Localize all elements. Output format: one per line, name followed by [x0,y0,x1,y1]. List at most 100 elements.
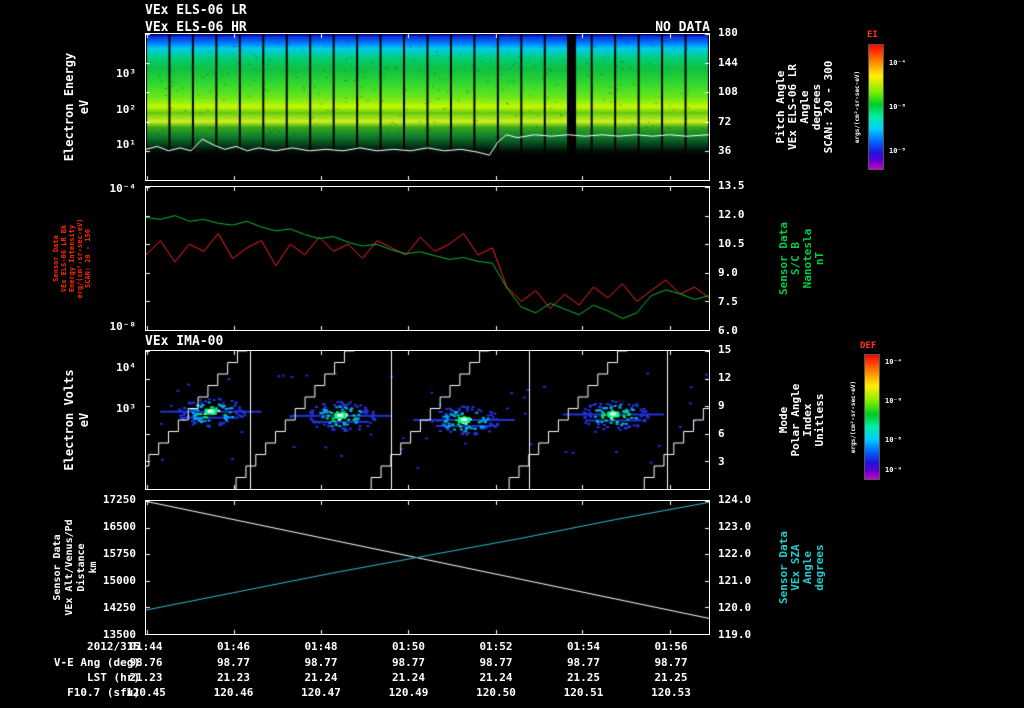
time-label: 01:52 [479,640,513,653]
tick-label: 9 [718,399,725,412]
tick-label: 121.0 [718,574,752,587]
bk-intensity-canvas [146,187,709,330]
els-spectrogram-canvas [146,34,709,180]
tick-label: 9.0 [718,266,738,279]
p1-y-axis-label: Electron Energy eV [62,33,92,181]
time-label: 01:54 [566,640,601,653]
p1-right-ticks: 180 144 108 72 36 [714,27,766,181]
axis-value: 120.46 [213,686,254,699]
tick-label: 10¹ [116,138,136,152]
label-line: SCAN: 20 - 150 [84,229,92,289]
axis-value: 120.47 [301,686,341,699]
tick-label: 6.0 [718,324,738,337]
tick-label: 180 [718,26,738,39]
label-line: SCAN: 20 - 300 [822,60,835,154]
colorbar-def-ticks: 10⁻⁴ 10⁻⁶ 10⁻⁸ 10⁻⁹ [881,354,915,480]
ima-spectrogram-canvas [146,351,709,489]
bottom-axis: 2012/315 01:44 01:46 01:48 01:50 01:52 01:54 01… [0,641,1024,707]
axis-value: 98.76 [129,656,163,669]
axis-value: 21.23 [129,671,163,684]
p4-y-axis-label: Sensor Data VEx Alt/Venus/Pd Distance km [52,500,100,635]
label-line: VEx ELS-06 LR Bk [60,224,68,293]
axis-value: 98.77 [304,656,338,669]
tick-label: 10.5 [718,237,745,250]
axis-value: 21.24 [391,671,426,684]
label-line: VEx Alt/Venus/Pd [64,519,75,616]
time-label: 01:48 [304,640,338,653]
label-line: eV [77,412,91,428]
tick-label: 122.0 [718,547,752,560]
tick-label: 144 [718,55,738,69]
time-label: 01:44 [129,640,163,653]
tick-label: 10⁻⁴ [885,357,902,366]
axis-value: 120.50 [476,686,516,699]
tick-label: 3 [718,455,725,468]
tick-label: 10² [116,102,136,116]
label-line: Unitless [813,393,826,447]
colorbar-ei-title: EI [867,30,878,40]
panel-alt-sza [145,500,710,635]
axis-value: 98.77 [566,656,601,669]
tick-label: 123.0 [718,520,752,533]
tick-label: 7.5 [718,295,738,308]
time-label: 01:56 [654,640,688,653]
p3-right-axis-label: Mode Polar Angle Index Unitless [777,350,826,490]
label-line: km [88,561,99,574]
colorbar-ei [868,44,884,170]
tick-label: 6 [718,427,725,440]
p4-right-axis-label: Sensor Data VEx SZA Angle degrees [777,500,826,635]
title-els-lr: VEx ELS-06 LR [145,3,247,18]
tick-label: 10⁻⁹ [885,465,902,474]
tick-label: 15 [718,343,732,356]
tick-label: 124.0 [718,493,752,506]
axis-value: 21.25 [654,671,688,684]
label-line: erg/(cm²-sr-sec-eV) [76,218,84,299]
label-line: nT [813,251,826,266]
axis-value: 98.77 [391,656,426,669]
colorbar-ei-ticks: 10⁻⁴ 10⁻⁶ 10⁻⁸ [885,44,919,170]
tick-label: 13.5 [718,179,745,192]
tick-label: 120.0 [718,601,752,614]
time-label: 01:50 [391,640,426,653]
label-line: Sensor Data [52,235,60,282]
axis-value: 98.77 [479,656,513,669]
panel-ima-spectrogram [145,350,710,490]
axis-value: 120.53 [651,686,691,699]
colorbar-def-title: DEF [860,341,877,351]
p2-right-ticks: 13.5 12.0 10.5 9.0 7.5 6.0 [714,180,766,336]
tick-label: 72 [718,114,732,128]
label-line: Energy Intensity [68,224,76,293]
label-line: Electron Volts [62,369,76,471]
axis-value: 120.49 [388,686,429,699]
alt-sza-canvas [146,501,709,634]
tick-label: 10⁻⁶ [885,396,902,405]
label-line: Distance [76,543,87,592]
axis-value: 120.51 [563,686,604,699]
tick-label: 10⁻⁴ [109,181,137,195]
p3-right-ticks: 15 12 9 6 3 [714,344,766,490]
colorbar-def [864,354,880,480]
p3-y-axis-label: Electron Volts eV [62,350,92,490]
colorbar-def-unit: ergs/(cm²-sr-sec-eV) [850,380,857,454]
axis-value: 98.77 [216,656,251,669]
colorbar-ei-unit: ergs/(cm²-sr-sec-eV) [854,70,861,144]
p2-right-axis-label: Sensor Data S/C B Nanotesla nT [777,186,826,331]
tick-label: 108 [718,85,738,99]
tick-label: 10⁻⁸ [889,147,906,156]
panel-bk-intensity [145,186,710,331]
tick-label: 10⁻⁶ [889,103,906,111]
label-line: eV [77,99,91,115]
tick-label: 10⁻⁴ [889,58,906,67]
tick-label: 12.0 [718,208,745,221]
p3-y-ticks: 10⁴ 10³ [88,350,140,490]
p1-y-ticks: 10³ 10² 10¹ [88,33,140,181]
tick-label: 10³ [116,401,136,415]
tick-label: 10³ [116,67,136,81]
axis-value: 21.25 [566,671,601,684]
label-line: Sensor Data [52,534,63,601]
tick-label: 10⁻⁸ [109,319,137,333]
title-ima: VEx IMA-00 [145,334,224,349]
tick-label: 10⁴ [116,361,136,375]
axis-value: 120.45 [126,686,166,699]
axis-value: 21.23 [216,671,251,684]
